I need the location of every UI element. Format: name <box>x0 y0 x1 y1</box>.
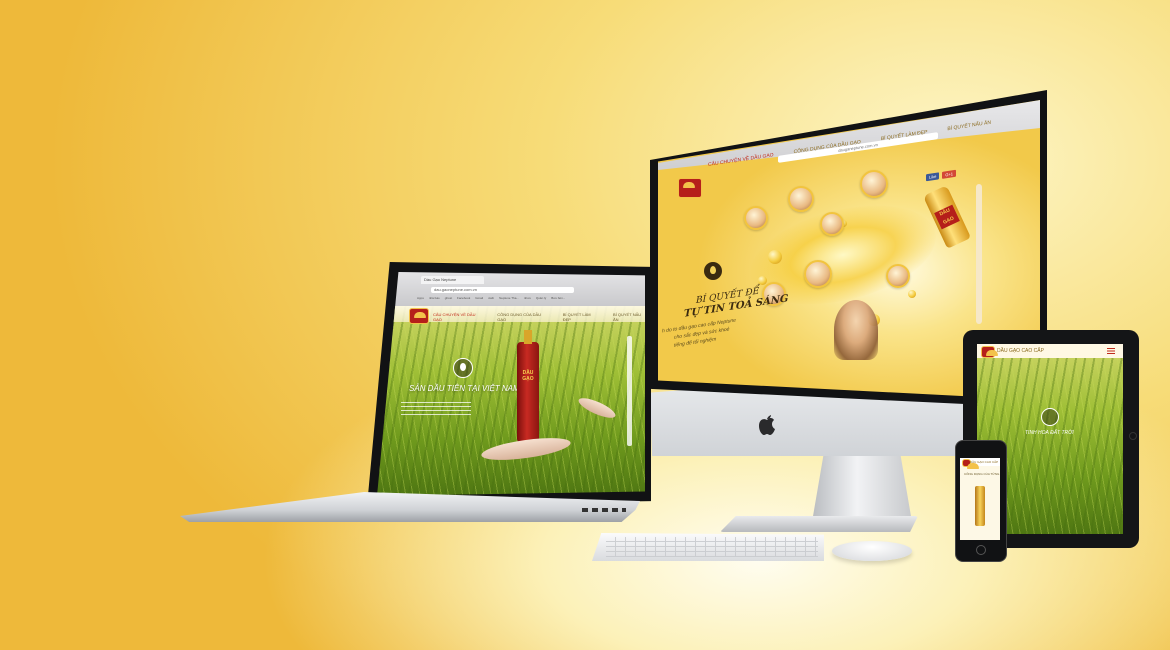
tablet-caption: TINH HOA ĐẤT TRỜI <box>1025 430 1074 436</box>
phone-home-button[interactable] <box>976 545 986 555</box>
laptop-browser-tab[interactable]: Dầu Gạo Neptune <box>421 276 484 284</box>
woman-portrait-bubble <box>860 170 888 198</box>
wireless-keyboard <box>592 533 824 561</box>
laptop-headline: SẢN DẦU TIÊN TẠI VIỆT NAM <box>409 384 520 393</box>
laptop-bottle-neck <box>524 330 532 344</box>
imac-browser-toolbar <box>658 100 1040 170</box>
phone-text: CÔNG DỤNG CỦA TỪNG <box>964 472 1000 476</box>
imac-headline: BÍ QUYẾT ĐỂ TỰ TIN TOẢ SÁNG <box>684 282 788 320</box>
tablet-brand-logo <box>981 346 998 358</box>
laptop-side-scroll-rail[interactable] <box>627 336 632 446</box>
phone-header-title: DẦU GẠO CAO CẤP <box>970 460 999 464</box>
phone-screen: DẦU GẠO CAO CẤP CÔNG DỤNG CỦA TỪNG <box>960 458 1000 540</box>
woman-portrait-bubble <box>804 260 832 288</box>
imac-social-buttons: Like G+1 <box>926 169 957 182</box>
magic-mouse <box>832 541 912 561</box>
oil-droplet <box>908 290 916 298</box>
laptop-brand-logo <box>409 308 429 324</box>
laptop-ports <box>582 508 626 512</box>
phone-bottle-image <box>975 486 985 526</box>
tablet-home-button[interactable] <box>1129 432 1137 440</box>
bookmark-item[interactable]: Bưu bên... <box>551 296 565 300</box>
bookmark-item[interactable]: Quản lý <box>536 296 546 300</box>
woman-portrait-bubble <box>820 212 844 236</box>
google-plus-button[interactable]: G+1 <box>942 169 957 179</box>
laptop-body-text-block <box>401 402 471 418</box>
laptop-screen: Dầu Gạo Neptune dau.gaoneptune.com.vn Ap… <box>377 272 645 496</box>
laptop-nav-item-cooking[interactable]: BÍ QUYẾT NẤU ĂN <box>613 312 645 322</box>
laptop-rice-field-background <box>377 306 645 496</box>
imac-stand <box>812 452 912 522</box>
imac-brand-logo <box>678 178 702 198</box>
featured-woman-image <box>834 300 878 360</box>
oil-drop-icon <box>704 262 722 280</box>
woman-portrait-bubble <box>886 264 910 288</box>
bookmark-item[interactable]: Gmail <box>475 296 483 300</box>
bookmark-item[interactable]: Neptune Tha... <box>499 296 519 300</box>
device-mockup-scene: dauganeptune.com.vn CÂU CHUYỆN VỀ DẦU GẠ… <box>0 0 1170 650</box>
bookmark-item[interactable]: nhà báo <box>429 296 440 300</box>
imac-stand-base <box>720 516 918 532</box>
laptop-drop-icon <box>453 358 473 378</box>
bottle-label: DẦU GẠO <box>934 204 960 230</box>
laptop-url-bar[interactable]: dau.gaoneptune.com.vn <box>431 287 574 293</box>
laptop-bottle-label: DẦU GẠO <box>522 370 534 382</box>
laptop-oil-bottle-image: DẦU GẠO <box>517 330 539 442</box>
oil-droplet <box>768 250 782 264</box>
laptop-site-nav: CÂU CHUYỆN VỀ DẦU GẠO CÔNG DỤNG CỦA DẦU … <box>433 312 645 322</box>
imac-side-scroll-rail[interactable] <box>976 184 982 324</box>
tablet-header-title: DẦU GẠO CAO CẤP <box>997 348 1044 354</box>
laptop-bookmarks-bar: Apps nhà báo ghost Facebook Gmail viwb N… <box>417 296 565 300</box>
laptop-nav-item-uses[interactable]: CÔNG DỤNG CỦA DẦU GẠO <box>497 312 546 322</box>
bookmark-item[interactable]: Facebook <box>457 296 470 300</box>
bookmark-item[interactable]: nhưu <box>524 296 531 300</box>
bookmark-item[interactable]: viwb <box>488 296 494 300</box>
apple-logo-icon <box>757 413 777 437</box>
facebook-like-button[interactable]: Like <box>926 172 940 182</box>
keyboard-keys <box>606 537 818 557</box>
imac-body-text: h do to dầu gạo cao cấp Neptune cho sắc … <box>662 316 736 351</box>
woman-portrait-bubble <box>744 206 768 230</box>
tablet-drop-icon <box>1041 408 1059 426</box>
laptop-nav-item-story[interactable]: CÂU CHUYỆN VỀ DẦU GẠO <box>433 312 481 322</box>
woman-portrait-bubble <box>788 186 814 212</box>
laptop-nav-item-beauty[interactable]: BÍ QUYẾT LÀM ĐẸP <box>563 312 597 322</box>
tablet-menu-icon[interactable] <box>1107 348 1115 354</box>
bookmark-item[interactable]: ghost <box>445 296 452 300</box>
bookmark-item[interactable]: Apps <box>417 296 424 300</box>
